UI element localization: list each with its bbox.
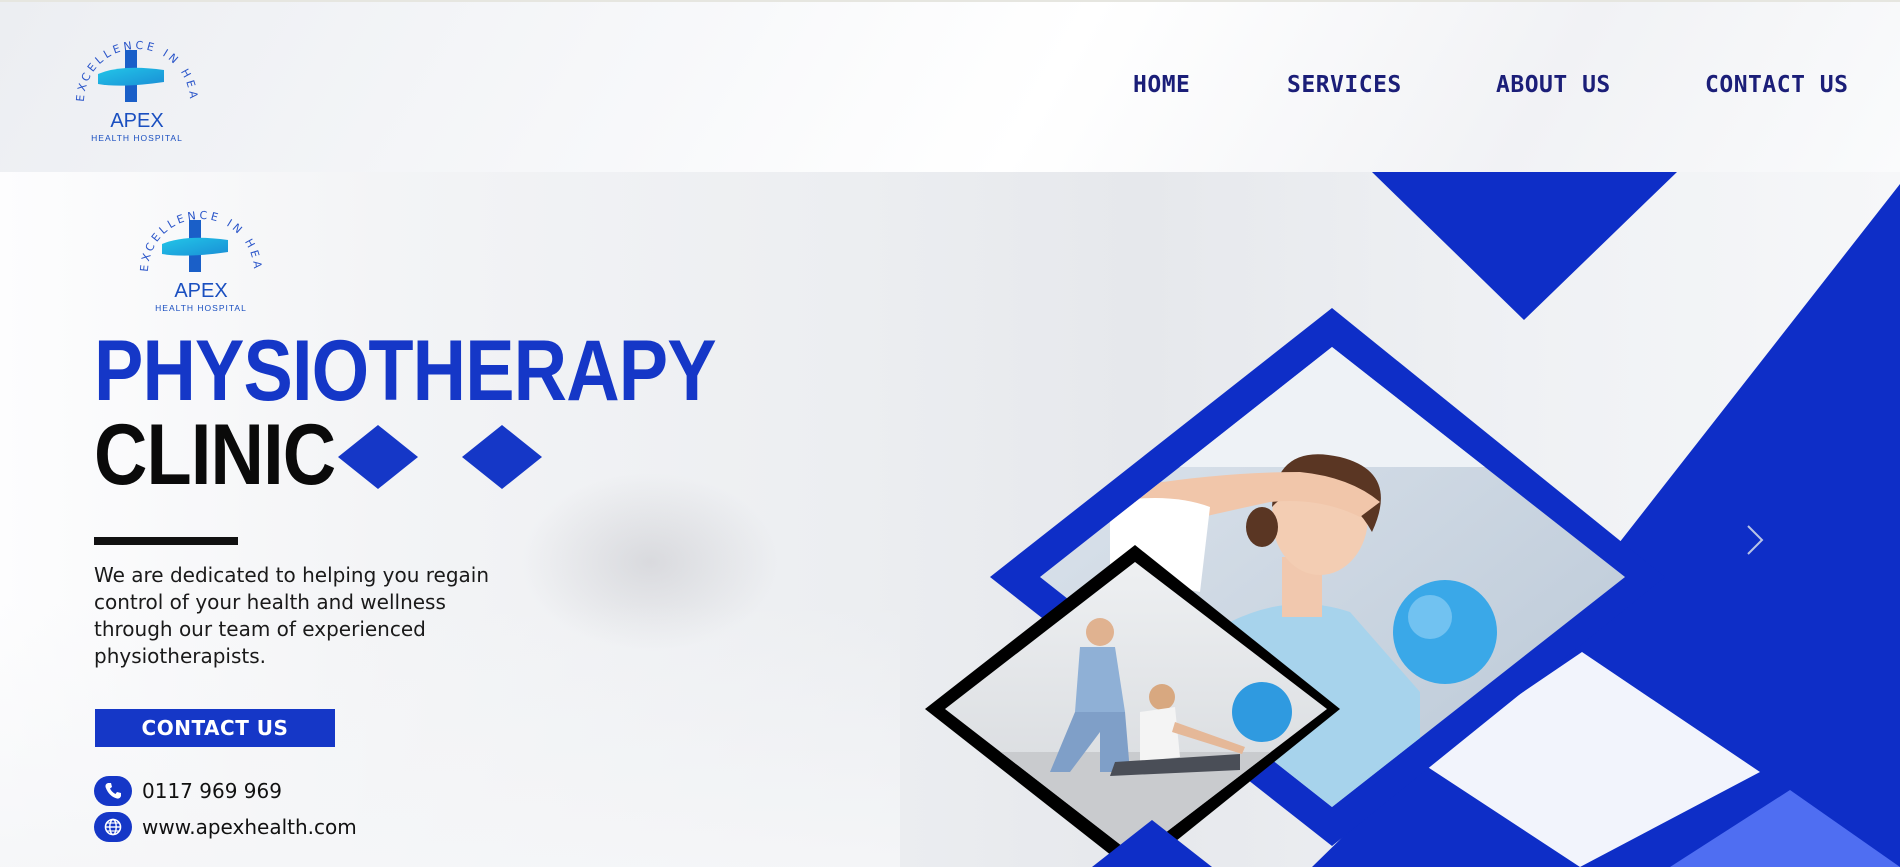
- phone-icon: [94, 776, 132, 806]
- website-url: www.apexhealth.com: [142, 815, 357, 839]
- decor-diamond-right: [462, 425, 542, 489]
- decor-diamond-left: [338, 425, 418, 489]
- top-diamond-shape: [1372, 172, 1677, 320]
- nav-contact-us[interactable]: CONTACT US: [1705, 72, 1848, 98]
- title-underline: [94, 537, 238, 545]
- hero-banner: EXCELLENCE IN HEALTHCARE APEX HEALTH HOS…: [0, 172, 1900, 867]
- logo-sub: HEALTH HOSPITAL: [91, 133, 183, 143]
- website-contact[interactable]: www.apexhealth.com: [94, 812, 357, 842]
- site-header: EXCELLENCE IN HEALTHCARE APEX HEALTH HOS…: [0, 0, 1900, 172]
- hero-title-line2: CLINIC: [94, 407, 336, 503]
- hero-tagline: We are dedicated to helping you regain c…: [94, 563, 489, 668]
- phone-contact[interactable]: 0117 969 969: [94, 776, 282, 806]
- chevron-right-icon[interactable]: [1742, 520, 1768, 560]
- apex-logo-hero: EXCELLENCE IN HEALTHCARE APEX HEALTH HOS…: [126, 184, 261, 313]
- logo-sub: HEALTH HOSPITAL: [155, 303, 247, 313]
- nav-about-us[interactable]: ABOUT US: [1496, 72, 1611, 98]
- nav-services[interactable]: SERVICES: [1287, 72, 1402, 98]
- contact-us-button[interactable]: CONTACT US: [95, 709, 335, 747]
- nav-home[interactable]: HOME: [1133, 72, 1190, 98]
- globe-icon: [94, 812, 132, 842]
- logo-name: APEX: [174, 280, 227, 302]
- hero-graphic: [338, 172, 1900, 867]
- logo-name: APEX: [110, 110, 163, 132]
- main-nav: HOME SERVICES ABOUT US CONTACT US: [0, 72, 1900, 112]
- phone-number: 0117 969 969: [142, 779, 282, 803]
- hero-title-line1: PHYSIOTHERAPY: [94, 323, 717, 419]
